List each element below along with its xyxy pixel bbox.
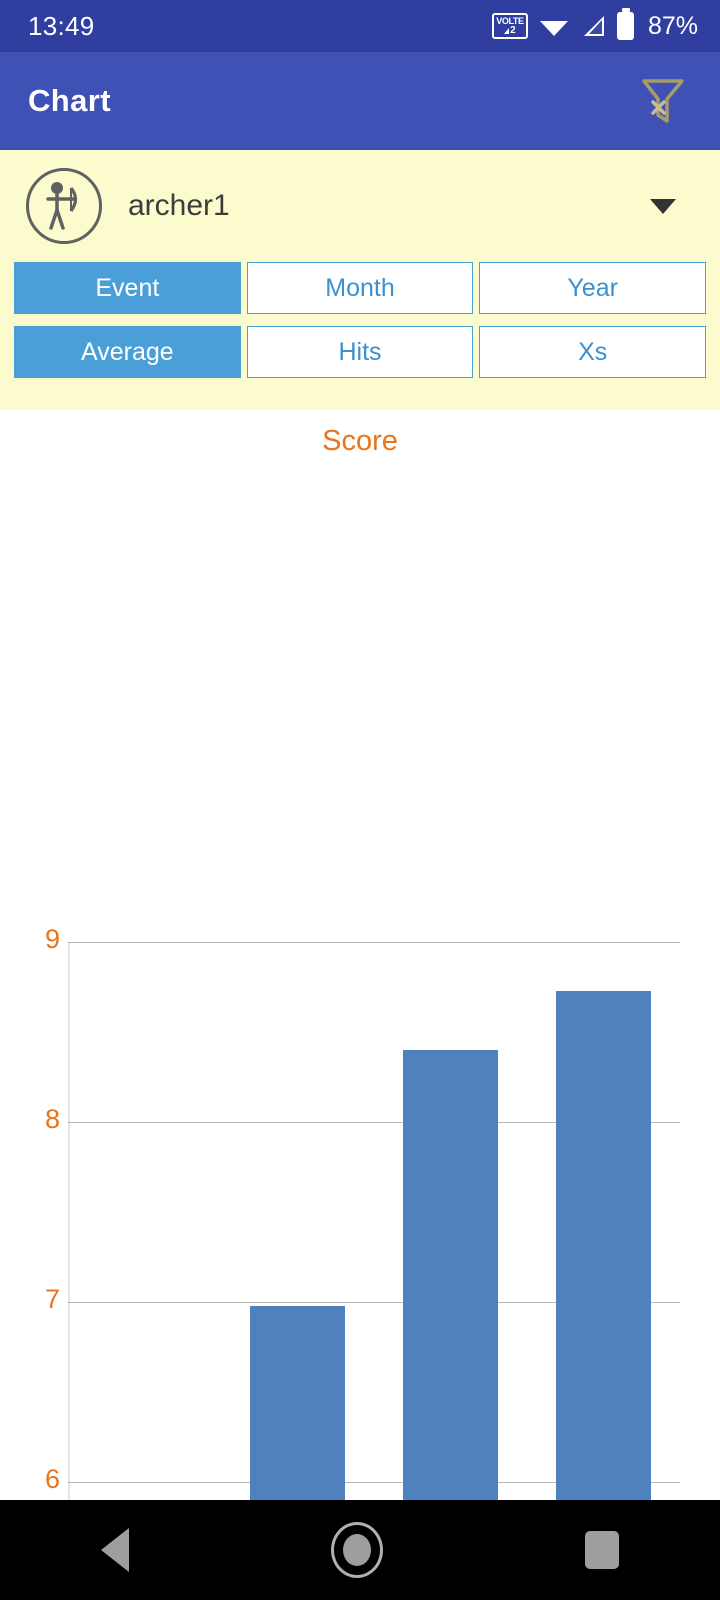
gridline: [68, 942, 680, 943]
android-nav-bar: [0, 1500, 720, 1600]
tab-xs[interactable]: Xs: [479, 326, 707, 378]
tab-event[interactable]: Event: [14, 262, 241, 314]
status-bar: 13:49 VOLTE 2 87%: [0, 0, 720, 52]
chart-container: Score 9876514/03/2023202315/03/202320231…: [0, 410, 720, 1600]
tab-month[interactable]: Month: [246, 262, 474, 314]
clear-filter-button[interactable]: [634, 72, 692, 130]
recents-square-icon[interactable]: [585, 1531, 619, 1569]
sim-indicator: 2: [504, 24, 516, 36]
status-icon-group: VOLTE 2 87%: [491, 8, 698, 41]
cellular-signal-icon: [583, 16, 604, 36]
chart-title: Score: [322, 425, 398, 457]
y-axis-tick-label: 7: [44, 1284, 60, 1314]
status-time: 13:49: [28, 10, 95, 41]
y-axis-tick-label: 6: [44, 1464, 60, 1494]
battery-icon: [616, 8, 634, 40]
app-bar: Chart: [0, 52, 720, 150]
tab-average[interactable]: Average: [14, 326, 241, 378]
tab-year[interactable]: Year: [479, 262, 707, 314]
home-circle-icon[interactable]: [331, 1522, 383, 1578]
y-axis-tick-label: 9: [44, 924, 60, 954]
archer-figure-icon: [46, 182, 78, 230]
page-title: Chart: [28, 83, 111, 118]
period-tab-group: Event Month Year: [14, 262, 707, 314]
sim-number: 2: [510, 24, 516, 36]
back-triangle-icon[interactable]: [101, 1528, 129, 1572]
clear-filter-icon: [642, 79, 684, 123]
chevron-down-icon[interactable]: [650, 198, 676, 214]
metric-tab-group: Average Hits Xs: [14, 326, 707, 378]
archer-avatar-icon: [26, 168, 102, 244]
selector-panel: archer1 Event Month Year Average Hits Xs: [0, 150, 720, 410]
archer-name: archer1: [128, 189, 230, 222]
archer-selector[interactable]: archer1: [0, 150, 720, 262]
battery-percent: 87%: [647, 11, 698, 40]
sim-signal-triangle: [504, 27, 510, 34]
tab-hits[interactable]: Hits: [246, 326, 474, 378]
home-dot: [343, 1534, 371, 1566]
y-axis-tick-label: 8: [44, 1104, 60, 1134]
wifi-icon: [539, 21, 568, 36]
phone-screen: 13:49 VOLTE 2 87% Chart archer1 Event Mo…: [0, 0, 720, 1600]
volte-icon: VOLTE 2: [491, 13, 528, 39]
